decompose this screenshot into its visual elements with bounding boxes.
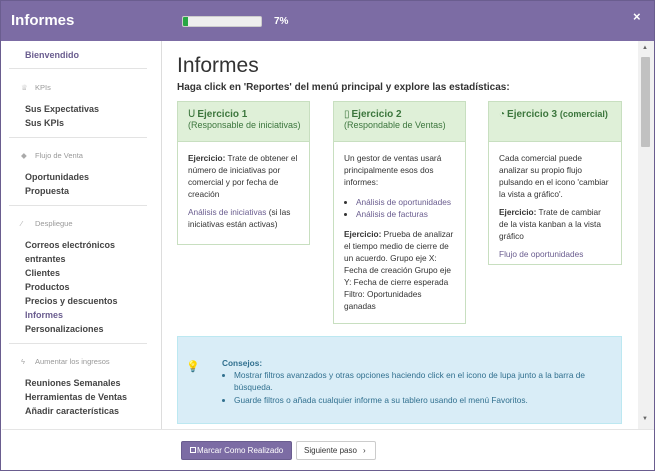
button-label: Marcar Como Realizado xyxy=(197,446,284,455)
scroll-down-arrow-icon[interactable]: ▼ xyxy=(642,416,648,422)
report-link-list: Análisis de oportunidades Análisis de fa… xyxy=(344,196,455,220)
sidebar-item-reports[interactable]: Informes xyxy=(25,308,63,322)
tips-title: Consejos: xyxy=(222,358,263,368)
sidebar-item-weekly-meetings[interactable]: Reuniones Semanales xyxy=(25,376,121,390)
divider xyxy=(9,137,147,138)
tips-list: Mostrar filtros avanzados y otras opcion… xyxy=(234,369,614,407)
card-header: Ս Ejercicio 1 (Responsable de iniciativas… xyxy=(178,102,309,142)
card-exercise-text: Ejercicio: Trate de cambiar de la vista … xyxy=(499,206,611,242)
button-label: Siguiente paso xyxy=(304,446,357,455)
sidebar-heading-kpis: ♕ KPIs xyxy=(21,83,51,92)
card-subtitle: (Responsable de iniciativas) xyxy=(188,120,301,130)
sidebar-item-welcome[interactable]: Bienvendido xyxy=(25,48,79,62)
exercise-label: Ejercicio: xyxy=(188,153,226,163)
bar-chart-icon: ▯ xyxy=(344,109,350,120)
card-body: Cada comercial puede analizar su propio … xyxy=(489,142,621,260)
sidebar-heading-label: KPIs xyxy=(35,83,51,92)
mark-done-button[interactable]: Marcar Como Realizado xyxy=(181,441,292,460)
exercise-card-1: Ս Ejercicio 1 (Responsable de iniciativas… xyxy=(177,101,310,245)
sidebar-item-customizations[interactable]: Personalizaciones xyxy=(25,322,104,336)
divider xyxy=(9,205,147,206)
sidebar-item-add-features[interactable]: Añadir características xyxy=(25,404,119,418)
card-title: ◔ Ejercicio 3 (comercial) xyxy=(499,109,615,120)
exercise-card-3: ◔ Ejercicio 3 (comercial) Cada comercial … xyxy=(488,101,622,265)
sidebar: Bienvendido ♕ KPIs Sus Expectativas Sus K… xyxy=(2,41,162,429)
exercise-card-2: ▯ Ejercicio 2 (Respondable de Ventas) Un … xyxy=(333,101,466,324)
sidebar-heading-deploy: ⁄ Despliegue xyxy=(21,219,73,228)
divider xyxy=(9,343,147,344)
card-link-paragraph: Flujo de oportunidades xyxy=(499,248,611,260)
sidebar-item-incoming-emails[interactable]: Correos electrónicos entrantes xyxy=(25,238,115,266)
chevron-right-icon: › xyxy=(362,446,366,455)
main-content: Informes Haga click en 'Reportes' del me… xyxy=(162,41,638,429)
scrollbar-thumb[interactable] xyxy=(641,57,650,147)
next-step-button[interactable]: Siguiente paso › xyxy=(296,441,376,460)
scrollbar[interactable]: ▲ ▼ xyxy=(638,41,654,429)
sidebar-item-pricing[interactable]: Precios y descuentos xyxy=(25,294,118,308)
card-exercise-text: Ejercicio: Prueba de analizar el tiempo … xyxy=(344,228,455,312)
card-exercise-text: Ejercicio: Trate de obtener el número de… xyxy=(188,152,299,200)
exercise-description: Prueba de analizar el tiempo medio de ci… xyxy=(344,229,454,311)
sidebar-item-products[interactable]: Productos xyxy=(25,280,70,294)
tip-item: Mostrar filtros avanzados y otras opcion… xyxy=(234,369,614,393)
card-header: ▯ Ejercicio 2 (Respondable de Ventas) xyxy=(334,102,465,142)
card-intro: Un gestor de ventas usará principalmente… xyxy=(344,153,442,187)
tip-item: Guarde filtros o añada cualquier informe… xyxy=(234,394,614,406)
sidebar-heading-revenue: ϟ Aumentar los ingresos xyxy=(21,357,110,366)
scroll-up-arrow-icon[interactable]: ▲ xyxy=(642,45,648,51)
bolt-icon: ϟ xyxy=(21,357,25,366)
divider xyxy=(9,68,147,69)
checkbox-icon xyxy=(190,447,196,453)
sidebar-heading-sales-flow: ◆ Flujo de Venta xyxy=(21,151,83,160)
card-title-text: Ejercicio 1 xyxy=(197,109,248,120)
trophy-icon: ♕ xyxy=(21,83,28,92)
card-title: ▯ Ejercicio 2 xyxy=(344,109,459,120)
tag-icon: ◆ xyxy=(21,151,27,160)
sidebar-item-label: entrantes xyxy=(25,254,66,264)
card-link-paragraph: Análisis de iniciativas (si las iniciati… xyxy=(188,206,299,230)
exercise-label: Ejercicio: xyxy=(344,229,382,239)
card-body: Ejercicio: Trate de obtener el número de… xyxy=(178,142,309,230)
opportunity-flow-link[interactable]: Flujo de oportunidades xyxy=(499,249,583,259)
magic-wand-icon: ⁄ xyxy=(21,219,23,228)
close-icon[interactable]: × xyxy=(633,9,641,24)
list-item: Análisis de facturas xyxy=(356,208,455,220)
tips-box: 💡 Consejos: Mostrar filtros avanzados y … xyxy=(177,336,622,424)
progress-fill xyxy=(183,17,189,26)
tour-dialog: Informes 7% × Bienvendido ♕ KPIs Sus Expe… xyxy=(0,0,655,471)
sidebar-item-kpis[interactable]: Sus KPIs xyxy=(25,116,64,130)
exercise-label: Ejercicio: xyxy=(499,207,537,217)
card-title-text: Ejercicio 3 xyxy=(507,109,558,120)
card-title-text: Ejercicio 2 xyxy=(351,109,402,120)
invoice-analysis-link[interactable]: Análisis de facturas xyxy=(356,209,428,219)
pie-chart-icon: ◔ xyxy=(499,109,506,120)
card-body: Un gestor de ventas usará principalmente… xyxy=(334,142,465,312)
list-item: Análisis de oportunidades xyxy=(356,196,455,208)
lightbulb-icon: 💡 xyxy=(186,361,200,373)
card-subtitle: (Respondable de Ventas) xyxy=(344,120,446,130)
dialog-header: Informes 7% × xyxy=(1,1,654,41)
sidebar-item-sales-tools[interactable]: Herramientas de Ventas xyxy=(25,390,127,404)
sidebar-heading-label: Aumentar los ingresos xyxy=(35,357,110,366)
card-intro: Cada comercial puede analizar su propio … xyxy=(499,153,609,199)
lead-analysis-link[interactable]: Análisis de iniciativas xyxy=(188,207,266,217)
page-subtitle: Haga click en 'Reportes' del menú princi… xyxy=(177,82,510,93)
progress-text: 7% xyxy=(274,16,289,27)
page-title: Informes xyxy=(177,54,259,77)
card-title: Ս Ejercicio 1 xyxy=(188,109,303,120)
dialog-footer: Marcar Como Realizado Siguiente paso › xyxy=(2,429,654,470)
sidebar-item-customers[interactable]: Clientes xyxy=(25,266,60,280)
card-header: ◔ Ejercicio 3 (comercial) xyxy=(489,102,621,142)
sidebar-item-opportunities[interactable]: Oportunidades xyxy=(25,170,89,184)
sidebar-item-label: Correos electrónicos xyxy=(25,240,116,250)
magnet-icon: Ս xyxy=(188,109,196,120)
sidebar-item-proposal[interactable]: Propuesta xyxy=(25,184,69,198)
sidebar-heading-label: Despliegue xyxy=(35,219,73,228)
sidebar-item-expectations[interactable]: Sus Expectativas xyxy=(25,102,99,116)
progress-bar xyxy=(182,16,262,27)
sidebar-heading-label: Flujo de Venta xyxy=(35,151,83,160)
dialog-title: Informes xyxy=(11,12,75,29)
opportunity-analysis-link[interactable]: Análisis de oportunidades xyxy=(356,197,451,207)
card-subtitle: (comercial) xyxy=(559,109,608,119)
